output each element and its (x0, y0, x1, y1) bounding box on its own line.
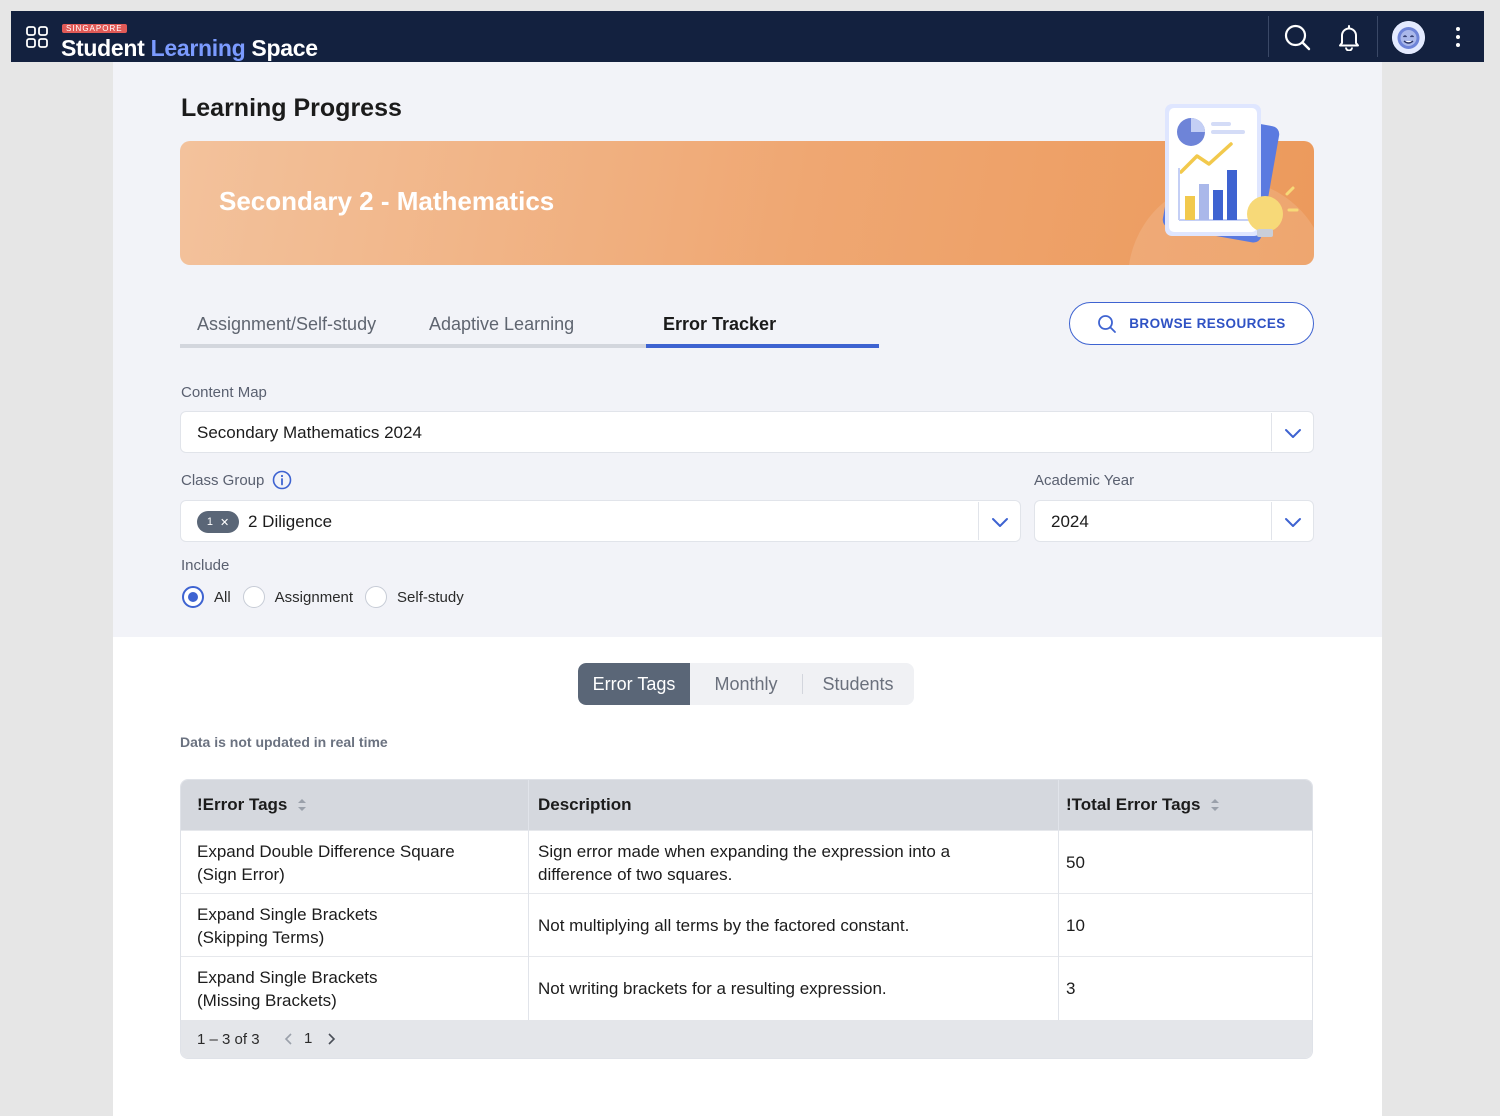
content-map-value: Secondary Mathematics 2024 (197, 423, 422, 442)
radio-circle[interactable] (242, 586, 265, 608)
report-illustration (1162, 104, 1299, 243)
radio-self-study-label: Self-study (397, 588, 464, 606)
class-group-value: 2 Diligence (248, 512, 333, 531)
brand-tag: SINGAPORE (62, 24, 127, 33)
browse-resources-label: BROWSE RESOURCES (1129, 316, 1286, 331)
brand-logo[interactable]: SINGAPORE Student Learning Space (61, 18, 318, 62)
chip-clear-icon[interactable]: ✕ (220, 516, 229, 529)
column-divider (1058, 780, 1059, 1020)
chevron-down-icon (1285, 429, 1301, 438)
chip-count: 1 (206, 516, 213, 528)
academic-year-select[interactable]: 2024 (1034, 500, 1314, 542)
subject-banner: Secondary 2 - Mathematics (180, 141, 1314, 265)
selected-count-chip[interactable]: 1 ✕ (197, 511, 239, 533)
table-header: !Error Tags Description !Total Error Tag… (181, 780, 1312, 830)
apps-grid-icon[interactable] (25, 25, 49, 49)
table-row[interactable]: Expand Double Difference Square (Sign Err… (181, 830, 1312, 893)
banner-title: Secondary 2 - Mathematics (219, 186, 555, 216)
brand-name-part1: Student (61, 35, 145, 61)
table-row[interactable]: Expand Single Brackets (Missing Brackets)… (181, 956, 1312, 1019)
select-separator (1271, 413, 1272, 451)
chevron-down-icon (992, 518, 1008, 527)
radio-circle-selected[interactable] (182, 586, 204, 608)
include-radio-group: All Assignment Self-study (182, 586, 476, 608)
column-divider (528, 780, 529, 1020)
avatar[interactable] (1392, 21, 1425, 54)
cell-error-tag: Expand Single Brackets (Missing Brackets) (197, 957, 527, 1020)
nav-divider (1268, 16, 1269, 57)
progress-tabs: Assignment/Self-study Adaptive Learning … (180, 302, 879, 348)
table-pagination: 1 – 3 of 3 1 (181, 1020, 1312, 1058)
pagination-range: 1 – 3 of 3 (197, 1030, 260, 1048)
cell-total: 3 (1066, 979, 1076, 998)
cell-description: Not writing brackets for a resulting exp… (538, 979, 887, 998)
desc-line: Sign error made when expanding the expre… (538, 841, 951, 861)
view-monthly[interactable]: Monthly (690, 663, 802, 705)
brand-name-part2: Learning (150, 35, 246, 61)
tab-adaptive-learning[interactable]: Adaptive Learning (429, 314, 574, 335)
header-description: Description (538, 780, 632, 830)
main-content: Learning Progress Secondary 2 - Mathemat… (113, 62, 1382, 1116)
nav-divider (1377, 16, 1378, 57)
tag-line: Expand Single Brackets (197, 904, 378, 924)
class-group-select[interactable]: 1 ✕ 2 Diligence (180, 500, 1021, 542)
page-title: Learning Progress (181, 94, 402, 122)
class-group-label-wrap: Class Group (181, 470, 292, 490)
search-icon[interactable] (1283, 23, 1311, 51)
academic-year-label: Academic Year (1034, 472, 1135, 489)
radio-all-label: All (214, 588, 231, 606)
browse-resources-button[interactable]: BROWSE RESOURCES (1069, 302, 1314, 345)
radio-all[interactable]: All (182, 586, 231, 608)
content-map-select[interactable]: Secondary Mathematics 2024 (180, 411, 1314, 453)
tag-line: (Skipping Terms) (197, 927, 325, 947)
academic-year-value: 2024 (1051, 512, 1089, 531)
tab-assignment-self-study[interactable]: Assignment/Self-study (197, 314, 376, 335)
view-toggle: Error Tags Monthly Students (578, 663, 914, 705)
error-tags-table: !Error Tags Description !Total Error Tag… (180, 779, 1313, 1059)
radio-assignment-label: Assignment (274, 588, 354, 606)
data-freshness-note: Data is not updated in real time (180, 734, 388, 750)
table-row[interactable]: Expand Single Brackets (Skipping Terms) N… (181, 893, 1312, 956)
view-error-tags[interactable]: Error Tags (578, 663, 690, 705)
tab-error-tracker[interactable]: Error Tracker (663, 314, 776, 335)
radio-self-study[interactable]: Self-study (365, 586, 464, 608)
content-map-label: Content Map (181, 384, 267, 401)
cell-description: Not multiplying all terms by the factore… (538, 916, 910, 935)
cell-total: 10 (1066, 916, 1085, 935)
top-navigation-bar: SINGAPORE Student Learning Space (11, 11, 1484, 62)
cell-description: Sign error made when expanding the expre… (538, 831, 1038, 894)
header-total-label: !Total Error Tags (1066, 795, 1201, 814)
bell-icon[interactable] (1335, 23, 1363, 51)
radio-circle[interactable] (365, 586, 388, 608)
view-students[interactable]: Students (802, 663, 914, 705)
header-error-tags[interactable]: !Error Tags (197, 780, 307, 830)
chevron-down-icon (1285, 518, 1301, 527)
include-label: Include (181, 557, 230, 574)
brand-name-part3: Space (251, 35, 318, 61)
class-group-label: Class Group (181, 471, 265, 489)
desc-line: difference of two squares. (538, 864, 733, 884)
pagination-page[interactable]: 1 (304, 1030, 312, 1047)
info-icon[interactable] (272, 470, 292, 490)
chevron-right-icon[interactable] (326, 1032, 336, 1046)
header-description-label: Description (538, 795, 632, 814)
select-separator (978, 502, 979, 540)
search-icon (1098, 314, 1117, 333)
tag-line: Expand Double Difference Square (197, 841, 455, 861)
select-separator (1271, 502, 1272, 540)
sort-icon[interactable] (1210, 798, 1220, 812)
cell-error-tag: Expand Single Brackets (Skipping Terms) (197, 894, 527, 957)
tag-line: (Missing Brackets) (197, 990, 337, 1010)
header-total-error-tags[interactable]: !Total Error Tags (1066, 780, 1220, 830)
cell-total: 50 (1066, 853, 1085, 872)
radio-assignment[interactable]: Assignment (242, 586, 354, 608)
tag-line: (Sign Error) (197, 864, 285, 884)
tag-line: Expand Single Brackets (197, 967, 378, 987)
header-error-tags-label: !Error Tags (197, 795, 288, 814)
more-vertical-icon[interactable] (1448, 24, 1468, 50)
active-tab-indicator (646, 344, 879, 348)
chevron-left-icon[interactable] (284, 1032, 294, 1046)
cell-error-tag: Expand Double Difference Square (Sign Err… (197, 831, 527, 894)
sort-icon[interactable] (297, 798, 307, 812)
